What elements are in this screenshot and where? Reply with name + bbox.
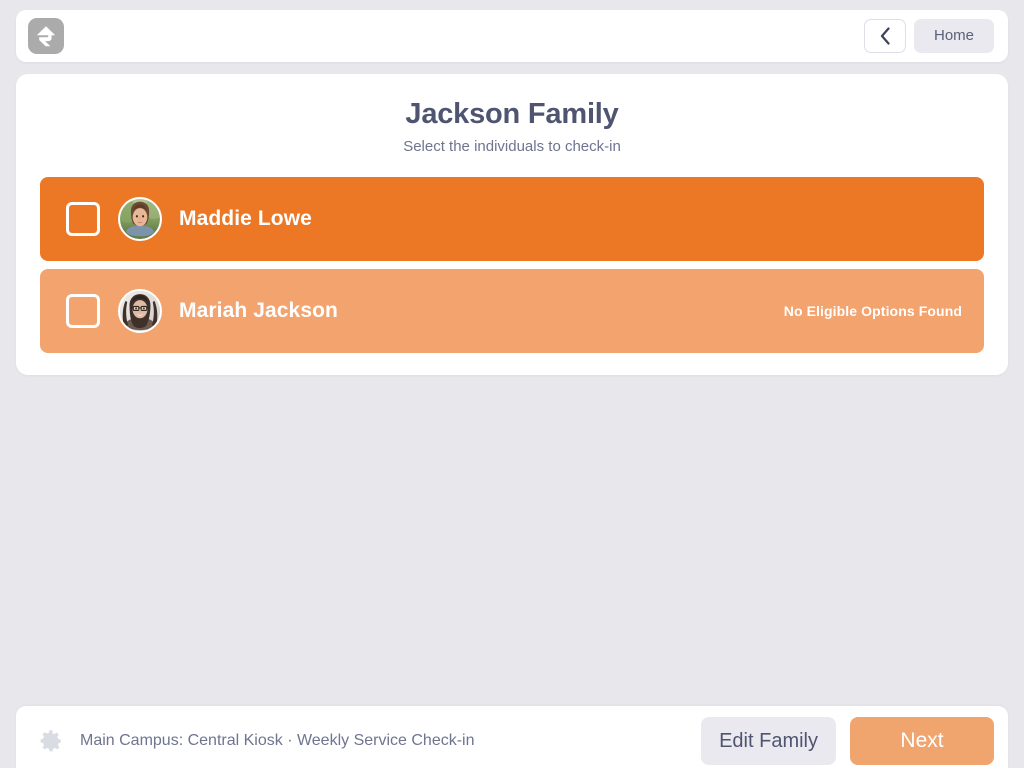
header-actions: Home [864, 19, 994, 53]
header-bar: Home [16, 10, 1008, 62]
back-button[interactable] [864, 19, 906, 53]
person-name: Maddie Lowe [179, 207, 312, 231]
page-title: Jackson Family [405, 98, 619, 130]
person-checkbox[interactable] [66, 202, 100, 237]
family-selection-card: Jackson Family Select the individuals to… [16, 74, 1008, 376]
footer-actions: Edit Family Next [701, 717, 994, 765]
person-checkbox[interactable] [66, 294, 100, 329]
person-list: Maddie Lowe Mariah Jackson No Eligible O… [40, 177, 984, 354]
footer-bar: Main Campus: Central Kiosk · Weekly Serv… [16, 706, 1008, 768]
person-row[interactable]: Mariah Jackson No Eligible Options Found [40, 269, 984, 354]
avatar [118, 289, 162, 334]
person-row[interactable]: Maddie Lowe [40, 177, 984, 262]
person-note: No Eligible Options Found [783, 303, 962, 320]
next-button[interactable]: Next [850, 717, 994, 765]
edit-family-button[interactable]: Edit Family [701, 717, 836, 765]
rock-rms-arrow-logo-icon [28, 18, 64, 54]
page-subtitle: Select the individuals to check-in [403, 138, 621, 156]
gear-icon[interactable] [38, 728, 64, 754]
home-button[interactable]: Home [914, 19, 994, 53]
chevron-left-icon [879, 27, 891, 45]
kiosk-screen: Home Jackson Family Select the individua… [0, 0, 1024, 768]
person-name: Mariah Jackson [179, 299, 338, 323]
avatar [118, 197, 162, 242]
kiosk-info-text: Main Campus: Central Kiosk · Weekly Serv… [80, 732, 475, 749]
footer-info-group: Main Campus: Central Kiosk · Weekly Serv… [38, 728, 475, 754]
